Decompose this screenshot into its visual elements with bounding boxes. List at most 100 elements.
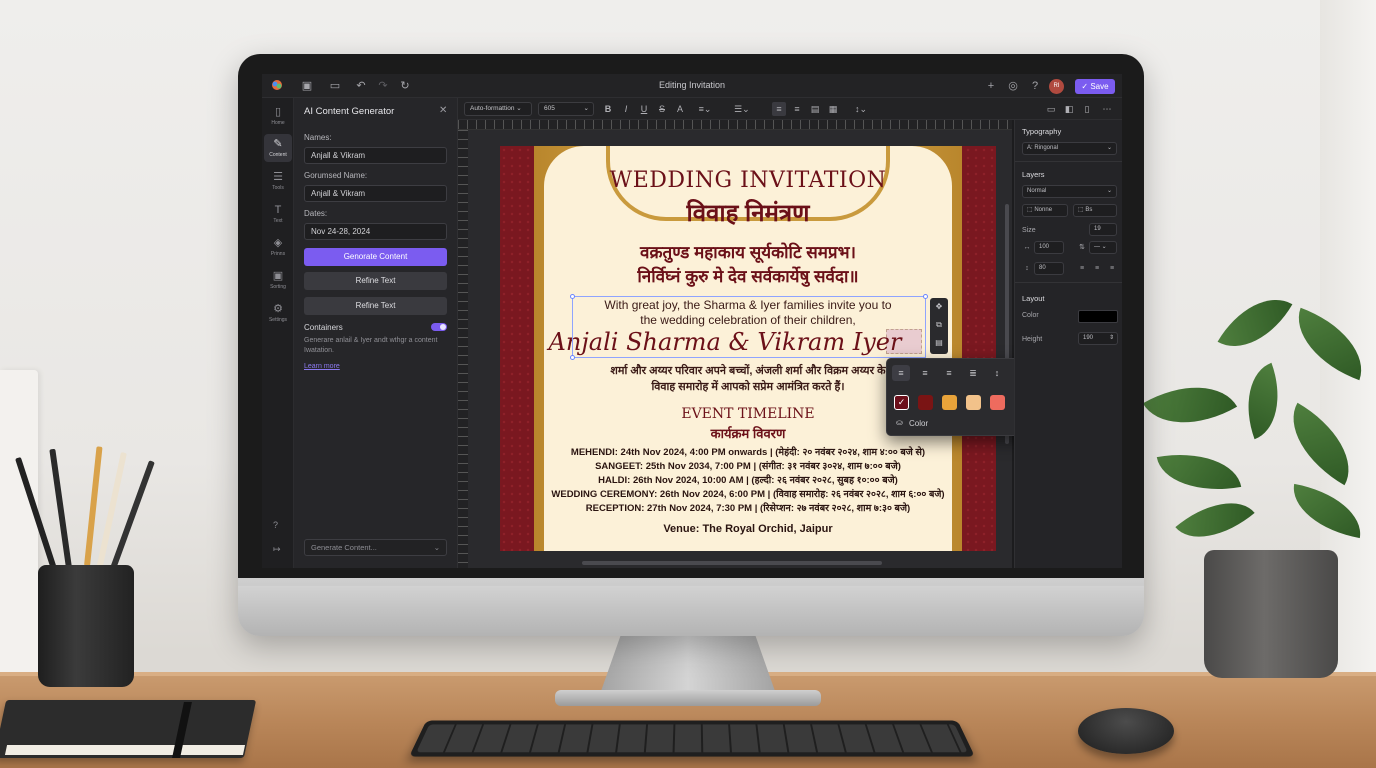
refine-text-button-2[interactable]: Refine Text bbox=[304, 297, 447, 315]
globe-icon[interactable]: ◎ bbox=[1006, 79, 1020, 93]
rail-item-tools[interactable]: ☰ Tools bbox=[264, 167, 292, 195]
layer-name-field[interactable]: ⬚ Nonne bbox=[1022, 204, 1068, 217]
shloka-line-1[interactable]: वक्रतुण्ड महाकाय सूर्यकोटि समप्रभ। bbox=[544, 240, 952, 263]
selection-box[interactable] bbox=[572, 296, 926, 358]
align-right-icon[interactable]: ▤ bbox=[808, 102, 822, 116]
align-center-icon[interactable]: ≡ bbox=[1092, 263, 1102, 274]
resize-handle[interactable] bbox=[923, 294, 928, 299]
align-right-icon[interactable]: ≡ bbox=[1107, 263, 1117, 274]
logout-icon[interactable]: ↦ bbox=[273, 544, 281, 555]
folder-icon[interactable]: ▭ bbox=[328, 79, 342, 93]
names-field[interactable]: Anjall & Vikram bbox=[304, 147, 447, 164]
layout-icon[interactable]: ▣ bbox=[300, 79, 314, 93]
keyboard bbox=[409, 720, 975, 757]
heading-hindi[interactable]: विवाह निमंत्रण bbox=[544, 196, 952, 229]
help-circle-icon[interactable]: ? bbox=[273, 520, 278, 530]
shloka-line-2[interactable]: निर्विघ्नं कुरु मे देव सर्वकार्येषु सर्व… bbox=[544, 264, 952, 287]
width-field[interactable]: 100 bbox=[1034, 241, 1064, 254]
learn-more-link[interactable]: Learn more bbox=[304, 363, 340, 370]
rail-item-content[interactable]: ✎ Content bbox=[264, 134, 292, 162]
font-family-value: Ringonal bbox=[1034, 145, 1059, 151]
heading-english[interactable]: WEDDING INVITATION bbox=[544, 168, 952, 193]
event-reception[interactable]: RECEPTION: 27th Nov 2024, 7:30 PM | (रिस… bbox=[544, 501, 952, 514]
font-family-select[interactable]: A: Ringonal ⌄ bbox=[1022, 142, 1117, 155]
list-dropdown-icon[interactable]: ☰⌄ bbox=[734, 102, 750, 116]
rail-item-settings[interactable]: ⚙ Settings bbox=[264, 299, 292, 327]
event-mehendi[interactable]: MEHENDI: 24th Nov 2024, 4:00 PM onwards … bbox=[544, 445, 952, 458]
justify-icon[interactable]: ≣ bbox=[964, 365, 982, 381]
spacing-icon[interactable]: ⇅ bbox=[1077, 242, 1087, 253]
justify-icon[interactable]: ▦ bbox=[826, 102, 840, 116]
rail-item-prints[interactable]: ◈ Prinns bbox=[264, 233, 292, 261]
align-left-icon[interactable]: ≡ bbox=[772, 102, 786, 116]
event-sangeet[interactable]: SANGEET: 25th Nov 2034, 7:00 PM | (संगीत… bbox=[544, 459, 952, 472]
combined-name-label: Gorumsed Name: bbox=[304, 171, 368, 180]
bold-icon[interactable]: B bbox=[601, 102, 615, 116]
font-size-select[interactable]: 605 ⌄ bbox=[538, 102, 594, 116]
align-left-icon[interactable]: ≡ bbox=[1077, 263, 1087, 274]
size-field[interactable]: 19 bbox=[1089, 223, 1117, 236]
layer-style-select[interactable]: ⬚ Bs bbox=[1073, 204, 1117, 217]
user-avatar[interactable]: RI bbox=[1049, 79, 1064, 94]
resize-handle[interactable] bbox=[570, 355, 575, 360]
redo-icon[interactable]: ↷ bbox=[376, 79, 390, 93]
align-center-icon[interactable]: ≡ bbox=[916, 365, 934, 381]
save-button[interactable]: ✓ Save bbox=[1075, 79, 1115, 94]
color-swatch[interactable] bbox=[966, 395, 981, 410]
blend-mode-select[interactable]: Normal ⌄ bbox=[1022, 185, 1117, 198]
rail-item-text[interactable]: T Text bbox=[264, 200, 292, 228]
rail-item-sorting[interactable]: ▣ Sorting bbox=[264, 266, 292, 294]
help-icon[interactable]: ? bbox=[1028, 79, 1042, 93]
color-swatch[interactable] bbox=[942, 395, 957, 410]
venue[interactable]: Venue: The Royal Orchid, Jaipur bbox=[544, 523, 952, 535]
refine-text-button[interactable]: Refine Text bbox=[304, 272, 447, 290]
book-icon[interactable]: ▯ bbox=[1080, 102, 1094, 116]
color-swatch-selected[interactable]: ✓ bbox=[894, 395, 909, 410]
monitor-stand-base bbox=[555, 690, 821, 706]
chevron-down-icon: ⌄ bbox=[1106, 188, 1112, 194]
line-height-field[interactable]: 80 bbox=[1034, 262, 1064, 275]
underline-icon[interactable]: U bbox=[637, 102, 651, 116]
event-wedding-ceremony[interactable]: WEDDING CEREMONY: 26th Nov 2024, 6:00 PM… bbox=[530, 487, 966, 500]
undo-icon[interactable]: ↶ bbox=[354, 79, 368, 93]
combined-name-field[interactable]: Anjall & Vikram bbox=[304, 185, 447, 202]
strikethrough-icon[interactable]: S bbox=[655, 102, 669, 116]
dates-field[interactable]: Nov 24-28, 2024 bbox=[304, 223, 447, 240]
duplicate-icon[interactable]: ⧉ bbox=[930, 316, 948, 334]
picture-frame bbox=[0, 370, 38, 690]
text-color-icon[interactable]: A bbox=[673, 102, 687, 116]
delete-icon[interactable]: ▤ bbox=[930, 334, 948, 352]
invitation-card[interactable]: WEDDING INVITATION विवाह निमंत्रण वक्रतु… bbox=[500, 146, 996, 551]
align-right-icon[interactable]: ≡ bbox=[940, 365, 958, 381]
height-field[interactable]: 190 ⇕ bbox=[1078, 332, 1118, 345]
horizontal-scrollbar[interactable] bbox=[582, 561, 882, 565]
pen-cup bbox=[38, 565, 134, 687]
color-swatch[interactable] bbox=[990, 395, 1005, 410]
add-icon[interactable]: + bbox=[984, 79, 998, 93]
event-haldi[interactable]: HALDI: 26th Nov 2024, 10:00 AM | (हल्दी:… bbox=[544, 473, 952, 486]
spacing-select[interactable]: — ⌄ bbox=[1089, 241, 1117, 254]
refresh-icon[interactable]: ↻ bbox=[398, 79, 412, 93]
line-height-icon[interactable]: ↕ bbox=[988, 365, 1006, 381]
align-dropdown-icon[interactable]: ≡⌄ bbox=[698, 102, 712, 116]
format-select[interactable]: Auto-formattion ⌄ bbox=[464, 102, 532, 116]
italic-icon[interactable]: I bbox=[619, 102, 633, 116]
close-icon[interactable]: ✕ bbox=[439, 105, 447, 116]
generate-content-select[interactable]: Generate Content... ⌄ bbox=[304, 539, 447, 556]
line-spacing-icon[interactable]: ↕⌄ bbox=[854, 102, 868, 116]
page-icon[interactable]: ▭ bbox=[1044, 102, 1058, 116]
comment-icon[interactable]: ◧ bbox=[1062, 102, 1076, 116]
color-picker-chip[interactable] bbox=[1078, 310, 1118, 323]
generate-content-button[interactable]: Genorate Content bbox=[304, 248, 447, 266]
containers-toggle[interactable] bbox=[431, 323, 447, 331]
layers-heading: Layers bbox=[1022, 170, 1045, 179]
align-center-icon[interactable]: ≡ bbox=[790, 102, 804, 116]
move-icon[interactable]: ✥ bbox=[930, 298, 948, 316]
more-icon[interactable]: ⋯ bbox=[1100, 102, 1114, 116]
monitor-chin bbox=[238, 586, 1144, 636]
color-option[interactable]: Color bbox=[909, 419, 928, 428]
resize-handle[interactable] bbox=[570, 294, 575, 299]
color-swatch[interactable] bbox=[918, 395, 933, 410]
rail-item-home[interactable]: ▯ Home bbox=[264, 102, 292, 130]
align-left-icon[interactable]: ≡ bbox=[892, 365, 910, 381]
